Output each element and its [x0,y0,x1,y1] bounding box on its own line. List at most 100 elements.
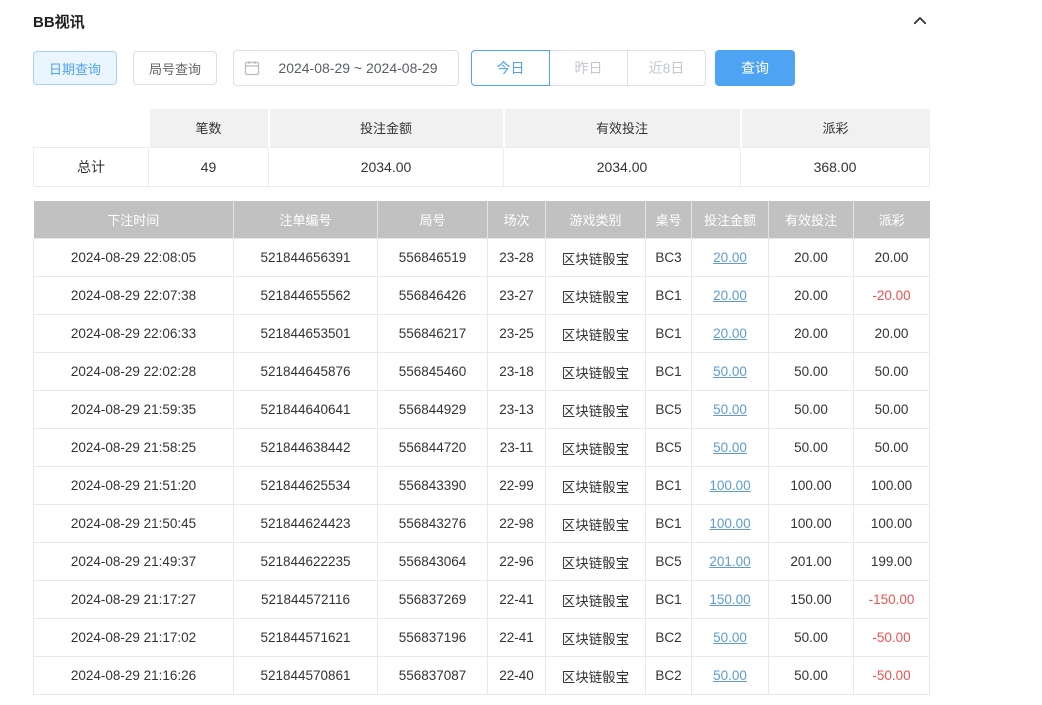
bet-time-cell: 2024-08-29 21:17:02 [34,619,234,657]
column-header: 注单编号 [234,201,378,239]
bet-amount-cell: 50.00 [692,619,769,657]
last-8-days-button[interactable]: 近8日 [627,50,706,86]
summary-column-header: 有效投注 [504,109,741,147]
table-row: 2024-08-29 22:07:38 521844655562 5568464… [34,277,930,315]
bet-amount-cell: 150.00 [692,581,769,619]
bet-amount-link[interactable]: 50.00 [713,630,747,645]
valid-bet-cell: 20.00 [769,277,854,315]
yesterday-button[interactable]: 昨日 [549,50,628,86]
table-no-cell: BC2 [646,619,692,657]
summary-column-header: 投注金额 [269,109,504,147]
bet-id-cell: 521844655562 [234,277,378,315]
summary-total-row: 总计 49 2034.00 2034.00 368.00 [34,147,930,186]
bet-amount-link[interactable]: 20.00 [713,326,747,341]
valid-bet-cell: 20.00 [769,239,854,277]
session-cell: 23-28 [488,239,546,277]
payout-cell: 199.00 [854,543,930,581]
bet-amount-link[interactable]: 100.00 [709,478,750,493]
page-title: BB视讯 [33,11,85,32]
date-query-button[interactable]: 日期查询 [33,51,117,85]
bet-records-table: 下注时间注单编号局号场次游戏类别桌号投注金额有效投注派彩 2024-08-29 … [33,201,930,696]
search-button[interactable]: 查询 [715,50,795,86]
bet-amount-cell: 201.00 [692,543,769,581]
round-id-cell: 556837196 [378,619,488,657]
collapse-chevron-up-icon[interactable] [911,12,929,30]
table-row: 2024-08-29 22:08:05 521844656391 5568465… [34,239,930,277]
bb-video-panel: BB视讯 日期查询 局号查询 2024-08-29 ~ 2024-08-29 今… [33,0,929,695]
bet-amount-link[interactable]: 20.00 [713,288,747,303]
bet-id-cell: 521844653501 [234,315,378,353]
column-header: 有效投注 [769,201,854,239]
payout-cell: -150.00 [854,581,930,619]
column-header: 场次 [488,201,546,239]
bet-time-cell: 2024-08-29 21:58:25 [34,429,234,467]
payout-cell: 50.00 [854,429,930,467]
valid-bet-cell: 50.00 [769,657,854,695]
session-cell: 22-41 [488,619,546,657]
valid-bet-cell: 100.00 [769,505,854,543]
game-type-cell: 区块链骰宝 [546,657,646,695]
bet-amount-link[interactable]: 50.00 [713,440,747,455]
game-type-cell: 区块链骰宝 [546,581,646,619]
payout-cell: -50.00 [854,657,930,695]
bet-amount-link[interactable]: 50.00 [713,364,747,379]
column-header: 桌号 [646,201,692,239]
bet-id-cell: 521844645876 [234,353,378,391]
summary-header-row: 笔数投注金额有效投注派彩 [34,109,930,147]
bet-id-cell: 521844571621 [234,619,378,657]
today-button[interactable]: 今日 [471,50,550,86]
date-range-picker[interactable]: 2024-08-29 ~ 2024-08-29 [233,50,459,86]
bet-time-cell: 2024-08-29 22:08:05 [34,239,234,277]
session-cell: 23-27 [488,277,546,315]
bet-amount-cell: 20.00 [692,277,769,315]
game-type-cell: 区块链骰宝 [546,619,646,657]
bet-amount-link[interactable]: 100.00 [709,516,750,531]
table-no-cell: BC1 [646,581,692,619]
date-range-value: 2024-08-29 ~ 2024-08-29 [268,60,448,76]
bet-id-cell: 521844638442 [234,429,378,467]
filter-bar: 日期查询 局号查询 2024-08-29 ~ 2024-08-29 今日 昨日 … [33,50,929,86]
game-type-cell: 区块链骰宝 [546,239,646,277]
table-row: 2024-08-29 21:50:45 521844624423 5568432… [34,505,930,543]
round-id-cell: 556837269 [378,581,488,619]
table-row: 2024-08-29 22:02:28 521844645876 5568454… [34,353,930,391]
table-row: 2024-08-29 21:58:25 521844638442 5568447… [34,429,930,467]
game-type-cell: 区块链骰宝 [546,277,646,315]
bet-amount-link[interactable]: 20.00 [713,250,747,265]
bet-amount-link[interactable]: 50.00 [713,402,747,417]
payout-cell: 20.00 [854,315,930,353]
bet-amount-cell: 50.00 [692,429,769,467]
summary-column-header: 派彩 [741,109,930,147]
table-no-cell: BC1 [646,315,692,353]
summary-valid-bet: 2034.00 [504,147,741,186]
summary-column-header: 笔数 [149,109,269,147]
table-row: 2024-08-29 21:59:35 521844640641 5568449… [34,391,930,429]
bet-amount-link[interactable]: 50.00 [713,668,747,683]
session-cell: 23-11 [488,429,546,467]
bet-id-cell: 521844572116 [234,581,378,619]
payout-cell: 100.00 [854,505,930,543]
valid-bet-cell: 201.00 [769,543,854,581]
payout-cell: -50.00 [854,619,930,657]
bet-amount-link[interactable]: 150.00 [709,592,750,607]
bet-time-cell: 2024-08-29 21:49:37 [34,543,234,581]
column-header: 派彩 [854,201,930,239]
table-no-cell: BC2 [646,657,692,695]
round-query-button[interactable]: 局号查询 [133,51,217,85]
bet-amount-link[interactable]: 201.00 [709,554,750,569]
summary-count: 49 [149,147,269,186]
session-cell: 22-98 [488,505,546,543]
bet-amount-cell: 20.00 [692,315,769,353]
session-cell: 23-25 [488,315,546,353]
bet-id-cell: 521844570861 [234,657,378,695]
table-row: 2024-08-29 22:06:33 521844653501 5568462… [34,315,930,353]
valid-bet-cell: 100.00 [769,467,854,505]
valid-bet-cell: 50.00 [769,353,854,391]
game-type-cell: 区块链骰宝 [546,353,646,391]
bet-table-body: 2024-08-29 22:08:05 521844656391 5568465… [34,239,930,695]
summary-column-header [34,109,149,147]
game-type-cell: 区块链骰宝 [546,543,646,581]
bet-time-cell: 2024-08-29 21:16:26 [34,657,234,695]
table-row: 2024-08-29 21:17:27 521844572116 5568372… [34,581,930,619]
game-type-cell: 区块链骰宝 [546,505,646,543]
